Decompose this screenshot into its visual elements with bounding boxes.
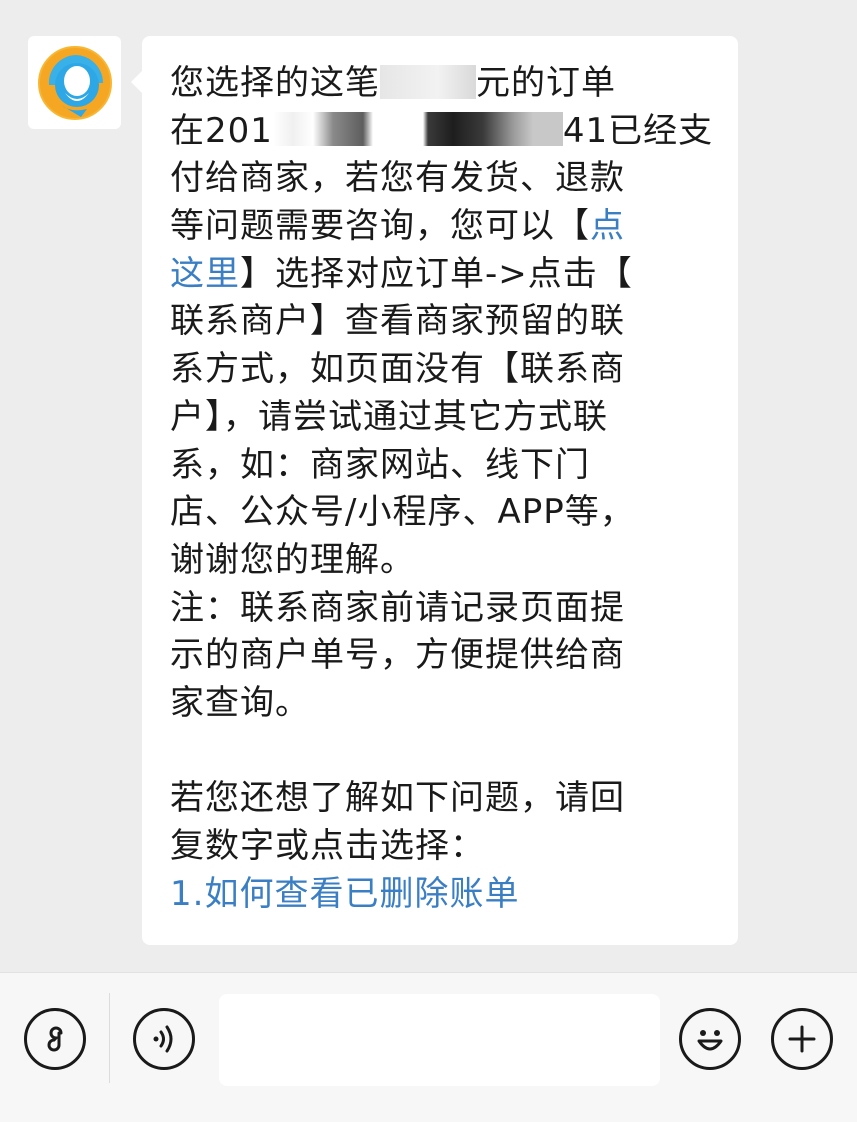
message-line: 1.如何查看已删除账单: [170, 871, 718, 919]
message-line: 付给商家，若您有发货、退款: [170, 158, 625, 199]
chat-area: 您选择的这笔 元的订单 在201 41已经支 付给商家，若您有发货、退款 等问题需要…: [0, 0, 857, 972]
message-line: 联系商户】查看商家预留的联: [170, 301, 625, 342]
message-line: 您选择的这笔 元的订单: [170, 63, 616, 103]
emoji-icon: [697, 1030, 723, 1051]
message-line: 谢谢您的理解。: [170, 539, 415, 580]
message-line: 注：联系商家前请记录页面提: [170, 587, 625, 628]
message-bubble: 您选择的这笔 元的订单 在201 41已经支 付给商家，若您有发货、退款 等问题需要…: [131, 36, 738, 945]
message-line: [170, 728, 718, 776]
click-here-link[interactable]: 点: [590, 206, 625, 246]
redacted-date: [272, 112, 563, 147]
message-line: 示的商户单号，方便提供给商: [170, 635, 625, 676]
message-line: 复数字或点击选择：: [170, 826, 485, 866]
toolbar-divider: [109, 993, 110, 1083]
emoji-button[interactable]: [679, 1008, 741, 1070]
voice-icon: [153, 1025, 173, 1053]
click-here-link[interactable]: 这里: [170, 254, 240, 294]
message-line: 户】，请尝试通过其它方式联: [170, 396, 608, 437]
message-line: 系方式，如页面没有【联系商: [170, 349, 625, 390]
input-toolbar: [0, 972, 857, 1122]
message-line: 若您还想了解如下问题，请回: [170, 778, 625, 819]
qq-penguin-icon: [37, 45, 112, 120]
faq-option-link[interactable]: 1.如何查看已删除账单: [170, 874, 519, 914]
message-line: 这里】选择对应订单->点击【: [170, 253, 633, 294]
message-line: 在201 41已经支: [170, 110, 714, 151]
redacted-amount: [380, 64, 476, 99]
plus-button[interactable]: [771, 1008, 833, 1070]
message-line: 店、公众号/小程序、APP等，: [170, 492, 635, 533]
mini-program-button[interactable]: [24, 1008, 86, 1070]
mini-program-icon: [47, 1026, 63, 1052]
message-input[interactable]: [219, 994, 660, 1086]
message-line: 系，如：商家网站、线下门: [170, 444, 590, 485]
voice-button[interactable]: [133, 1008, 195, 1070]
message-line: 等问题需要咨询，您可以【点: [170, 206, 625, 247]
plus-icon: [788, 1025, 816, 1053]
avatar[interactable]: [28, 36, 121, 129]
message-line: 家查询。: [170, 682, 310, 723]
